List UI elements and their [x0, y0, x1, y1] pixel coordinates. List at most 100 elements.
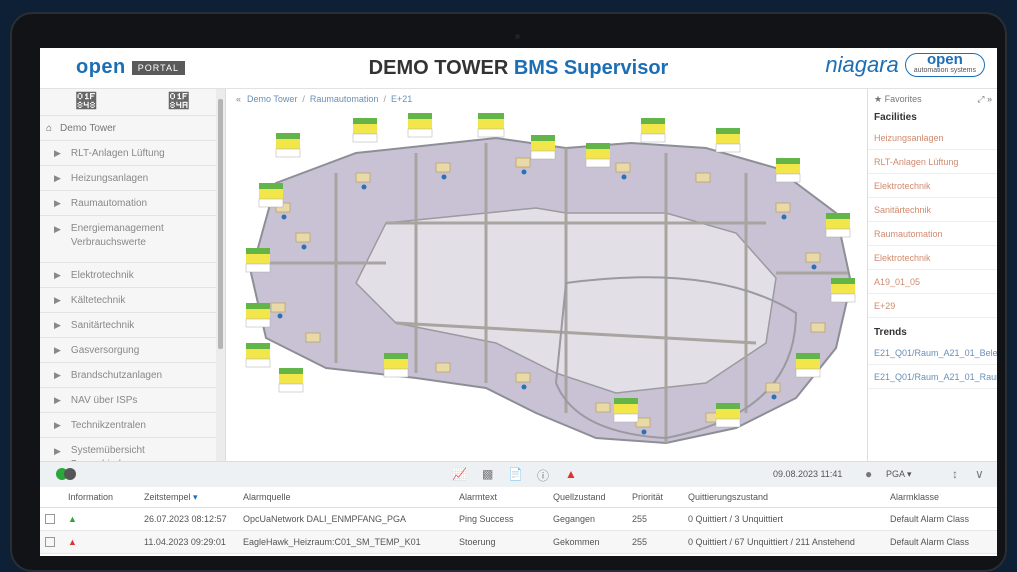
breadcrumb-item[interactable]: E+21: [391, 94, 412, 104]
status-grey-icon: [64, 468, 76, 480]
collapse-down-icon[interactable]: ∨: [975, 467, 984, 481]
sidebar-item-sanitaer[interactable]: ▶ Sanitärtechnik: [40, 313, 225, 338]
sidebar-item-gas[interactable]: ▶ Gasversorgung: [40, 338, 225, 363]
cell-source: OpcUaNetwork DALI_ENMPFANG_PGA: [243, 514, 407, 524]
col-text[interactable]: Alarmtext: [459, 492, 497, 502]
sidebar-item-rlt[interactable]: ▶ RLT-Anlagen Lüftung: [40, 141, 225, 166]
facility-link[interactable]: Heizungsanlagen: [868, 126, 997, 150]
floor-plan[interactable]: [236, 113, 856, 458]
cell-text: Stoerung: [459, 537, 496, 547]
sidebar-home[interactable]: ⌂ Demo Tower: [40, 116, 225, 141]
sidebar-home-label: Demo Tower: [60, 122, 116, 134]
sidebar-item-raumautomation[interactable]: ▶ Raumautomation: [40, 191, 225, 216]
open-automation-logo: open automation systems: [904, 52, 985, 77]
expand-triangle-icon: ▶: [54, 224, 61, 234]
col-timestamp[interactable]: Zeitstempel ▾: [144, 492, 198, 503]
expand-triangle-icon: ▶: [54, 269, 61, 280]
expand-triangle-icon: ▶: [54, 147, 61, 158]
document-icon[interactable]: 📄: [508, 467, 523, 481]
sidebar-scroll-thumb[interactable]: [218, 99, 223, 349]
breadcrumb-item[interactable]: Raumautomation: [310, 94, 379, 104]
user-dropdown[interactable]: PGA ▾: [886, 469, 912, 480]
user-name: PGA: [886, 469, 905, 479]
cell-time: 11.04.2023 09:29:01: [144, 537, 226, 547]
col-ack[interactable]: Quittierungszustand: [688, 492, 768, 502]
alarm-table-header: Information Zeitstempel ▾ Alarmquelle Al…: [40, 487, 997, 508]
alarm-bell-icon[interactable]: ▲: [565, 467, 577, 481]
forward-arrow-icon[interactable]: 🡊: [169, 90, 189, 114]
equipment-icon[interactable]: ▩: [482, 467, 493, 481]
cell-source: EagleHawk_Heizraum:C01_SM_TEMP_K01: [243, 537, 421, 547]
sidebar-item-technikzentralen[interactable]: ▶ Technikzentralen: [40, 413, 225, 438]
facility-link[interactable]: Elektrotechnik: [868, 174, 997, 198]
sidebar-item-heizung[interactable]: ▶ Heizungsanlagen: [40, 166, 225, 191]
col-class[interactable]: Alarmklasse: [890, 492, 939, 502]
cell-ack: 0 Quittiert / 3 Unquittiert: [688, 514, 784, 524]
sidebar-item-elektro[interactable]: ▶ Elektrotechnik: [40, 263, 225, 288]
title-main: DEMO TOWER: [368, 57, 514, 79]
alarm-table: Information Zeitstempel ▾ Alarmquelle Al…: [40, 487, 997, 556]
back-arrow-icon[interactable]: 🡈: [76, 90, 96, 114]
sort-desc-icon: ▾: [193, 491, 198, 502]
cell-ack: 0 Quittiert / 67 Unquittiert / 211 Anste…: [688, 537, 855, 547]
expand-triangle-icon: ▶: [54, 446, 61, 456]
alarm-toolbar: 📈 ▩ 📄 ⓘ ▲ 09.08.2023 11:41 ● PGA ▾ ↕ ∨: [40, 461, 997, 488]
sidebar-item-label: Kältetechnik: [70, 294, 126, 306]
sidebar-item-system[interactable]: ▶ Systemübersicht Busverbindungen: [40, 438, 225, 461]
row-checkbox[interactable]: [45, 537, 55, 547]
cell-text: Ping Success: [459, 514, 514, 524]
system-datetime: 09.08.2023 11:41: [773, 469, 843, 479]
app-header: open PORTAL DEMO TOWER BMS Supervisor ni…: [40, 48, 997, 89]
niagara-logo: niagara: [825, 52, 899, 77]
sidebar-item-nav[interactable]: ▶ NAV über ISPs: [40, 388, 225, 413]
cell-priority: 255: [632, 514, 648, 524]
facility-link[interactable]: Raumautomation: [868, 222, 997, 246]
cell-time: 26.07.2023 08:12:57: [144, 514, 227, 524]
breadcrumb-item[interactable]: Demo Tower: [247, 94, 297, 104]
main-view: « Demo Tower / Raumautomation / E+21: [226, 89, 867, 461]
table-row[interactable]: ▲ 26.07.2023 08:12:57 OpcUaNetwork DALI_…: [40, 508, 997, 531]
sidebar-scrollbar[interactable]: [216, 89, 225, 461]
sort-icon[interactable]: ↕: [952, 467, 958, 481]
right-panel: ★ Favorites ⤢ » Facilities Heizungsanlag…: [867, 89, 997, 461]
breadcrumb: « Demo Tower / Raumautomation / E+21: [226, 89, 867, 109]
col-priority[interactable]: Priorität: [632, 492, 663, 502]
expand-panel-icon[interactable]: ⤢ »: [977, 94, 992, 105]
info-icon[interactable]: ⓘ: [537, 467, 549, 484]
sidebar-item-label: Raumautomation: [70, 197, 148, 209]
facility-link[interactable]: RLT-Anlagen Lüftung: [868, 150, 997, 174]
table-row[interactable]: ▲ 11.04.2023 09:29:01 EagleHawk_Heizraum…: [40, 531, 997, 554]
sidebar-item-label: Technikzentralen: [70, 419, 146, 431]
expand-triangle-icon: ▶: [54, 394, 61, 405]
cell-class: Default Alarm Class: [890, 514, 970, 524]
sidebar-item-kaelte[interactable]: ▶ Kältetechnik: [40, 288, 225, 313]
breadcrumb-separator: /: [302, 94, 305, 104]
partner-logos: niagara open automation systems: [825, 52, 985, 78]
facility-link[interactable]: Sanitärtechnik: [868, 198, 997, 222]
sidebar-item-brandschutz[interactable]: ▶ Brandschutzanlagen: [40, 363, 225, 388]
sidebar-item-label: Systemübersicht Busverbindungen: [70, 445, 149, 461]
user-icon: ●: [865, 467, 873, 481]
col-state[interactable]: Quellzustand: [553, 492, 606, 502]
sidebar-item-label: Gasversorgung: [70, 344, 140, 356]
col-source[interactable]: Alarmquelle: [243, 492, 291, 502]
sidebar-item-energie[interactable]: ▶ Energiemanagement Verbrauchswerte: [40, 216, 225, 263]
facility-link[interactable]: Elektrotechnik: [868, 246, 997, 270]
trends-heading: Trends: [874, 327, 907, 338]
oas-logo-subtext: automation systems: [913, 67, 976, 74]
facility-link[interactable]: E+29: [868, 294, 997, 318]
favorites-button[interactable]: ★ Favorites: [874, 94, 922, 105]
collapse-icon[interactable]: «: [236, 94, 241, 104]
trend-link[interactable]: E21_Q01/Raum_A21_01_Raum: [868, 365, 997, 389]
expand-triangle-icon: ▶: [54, 197, 61, 208]
col-information[interactable]: Information: [68, 492, 113, 502]
alarm-red-icon: ▲: [68, 537, 77, 547]
chart-icon[interactable]: 📈: [452, 467, 467, 481]
facilities-heading: Facilities: [874, 112, 917, 123]
star-icon: ★: [874, 93, 883, 104]
cell-priority: 255: [632, 537, 648, 547]
facility-link[interactable]: A19_01_05: [868, 270, 997, 294]
row-checkbox[interactable]: [45, 514, 55, 524]
trend-link[interactable]: E21_Q01/Raum_A21_01_Bele: [868, 341, 997, 365]
sidebar-item-label: Elektrotechnik: [70, 269, 134, 281]
